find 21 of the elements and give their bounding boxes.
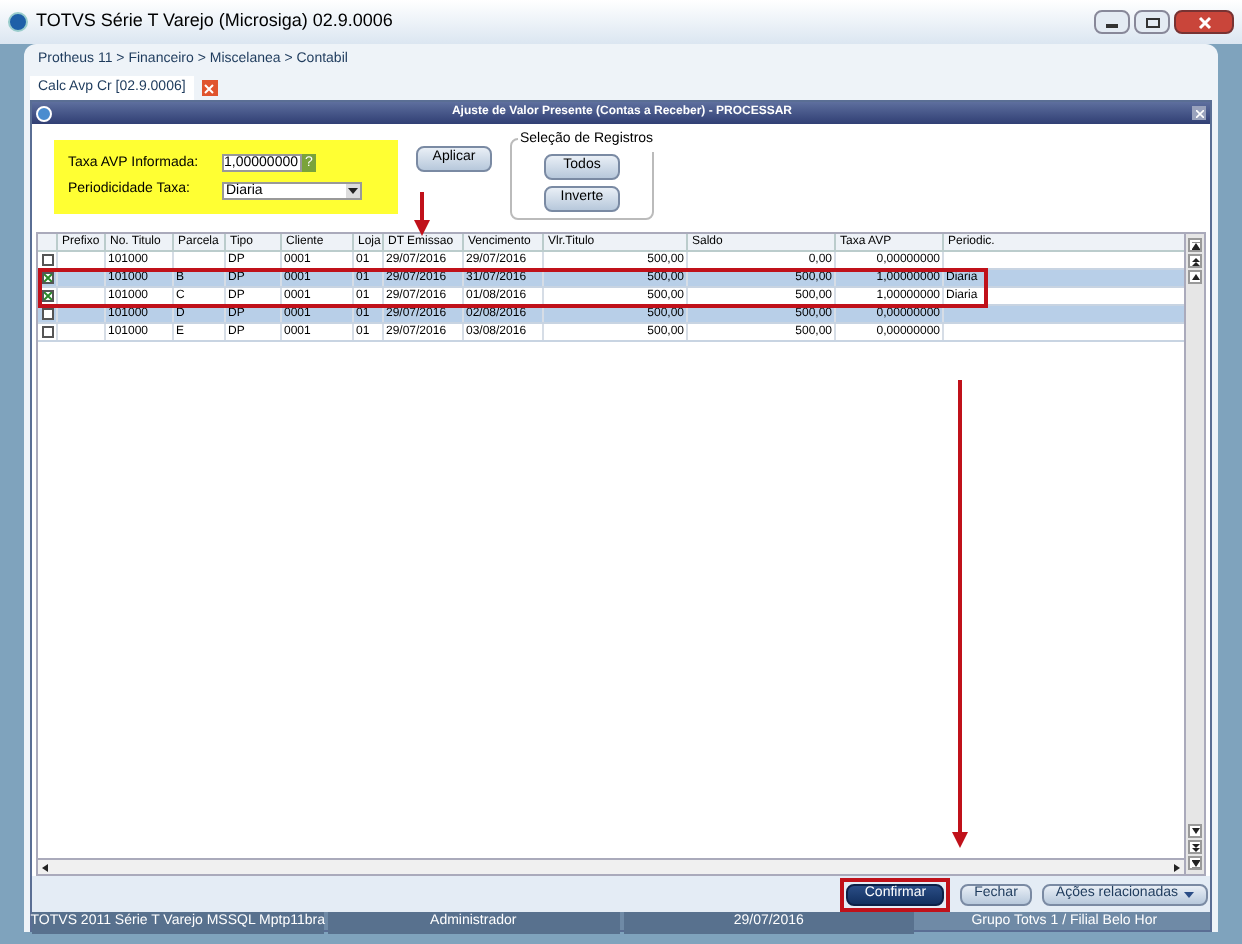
app-icon	[8, 12, 28, 32]
caret-icon	[1184, 891, 1194, 897]
page-down-icon[interactable]	[1188, 840, 1202, 854]
close-icon	[1197, 15, 1211, 29]
annotation-arrow	[414, 192, 430, 236]
scroll-down-icon[interactable]	[1188, 824, 1202, 838]
app-icon	[36, 105, 52, 121]
row-checkbox[interactable]	[41, 308, 53, 320]
close-tab-icon[interactable]	[201, 80, 218, 96]
row-checkbox[interactable]	[41, 326, 53, 338]
page-up-icon[interactable]	[1188, 254, 1202, 268]
scroll-up-icon[interactable]	[1188, 270, 1202, 284]
close-button[interactable]	[1174, 10, 1234, 34]
maximize-button[interactable]	[1134, 10, 1170, 34]
scroll-top-icon[interactable]	[1188, 238, 1202, 252]
highlight-frame	[840, 877, 951, 911]
scroll-bottom-icon[interactable]	[1188, 856, 1202, 870]
minimize-button[interactable]	[1094, 10, 1130, 34]
row-checkbox[interactable]	[41, 254, 53, 266]
dropdown-caret-icon	[346, 183, 360, 198]
window-title: TOTVS Série T Varejo (Microsiga) 02.9.0006	[36, 8, 393, 35]
